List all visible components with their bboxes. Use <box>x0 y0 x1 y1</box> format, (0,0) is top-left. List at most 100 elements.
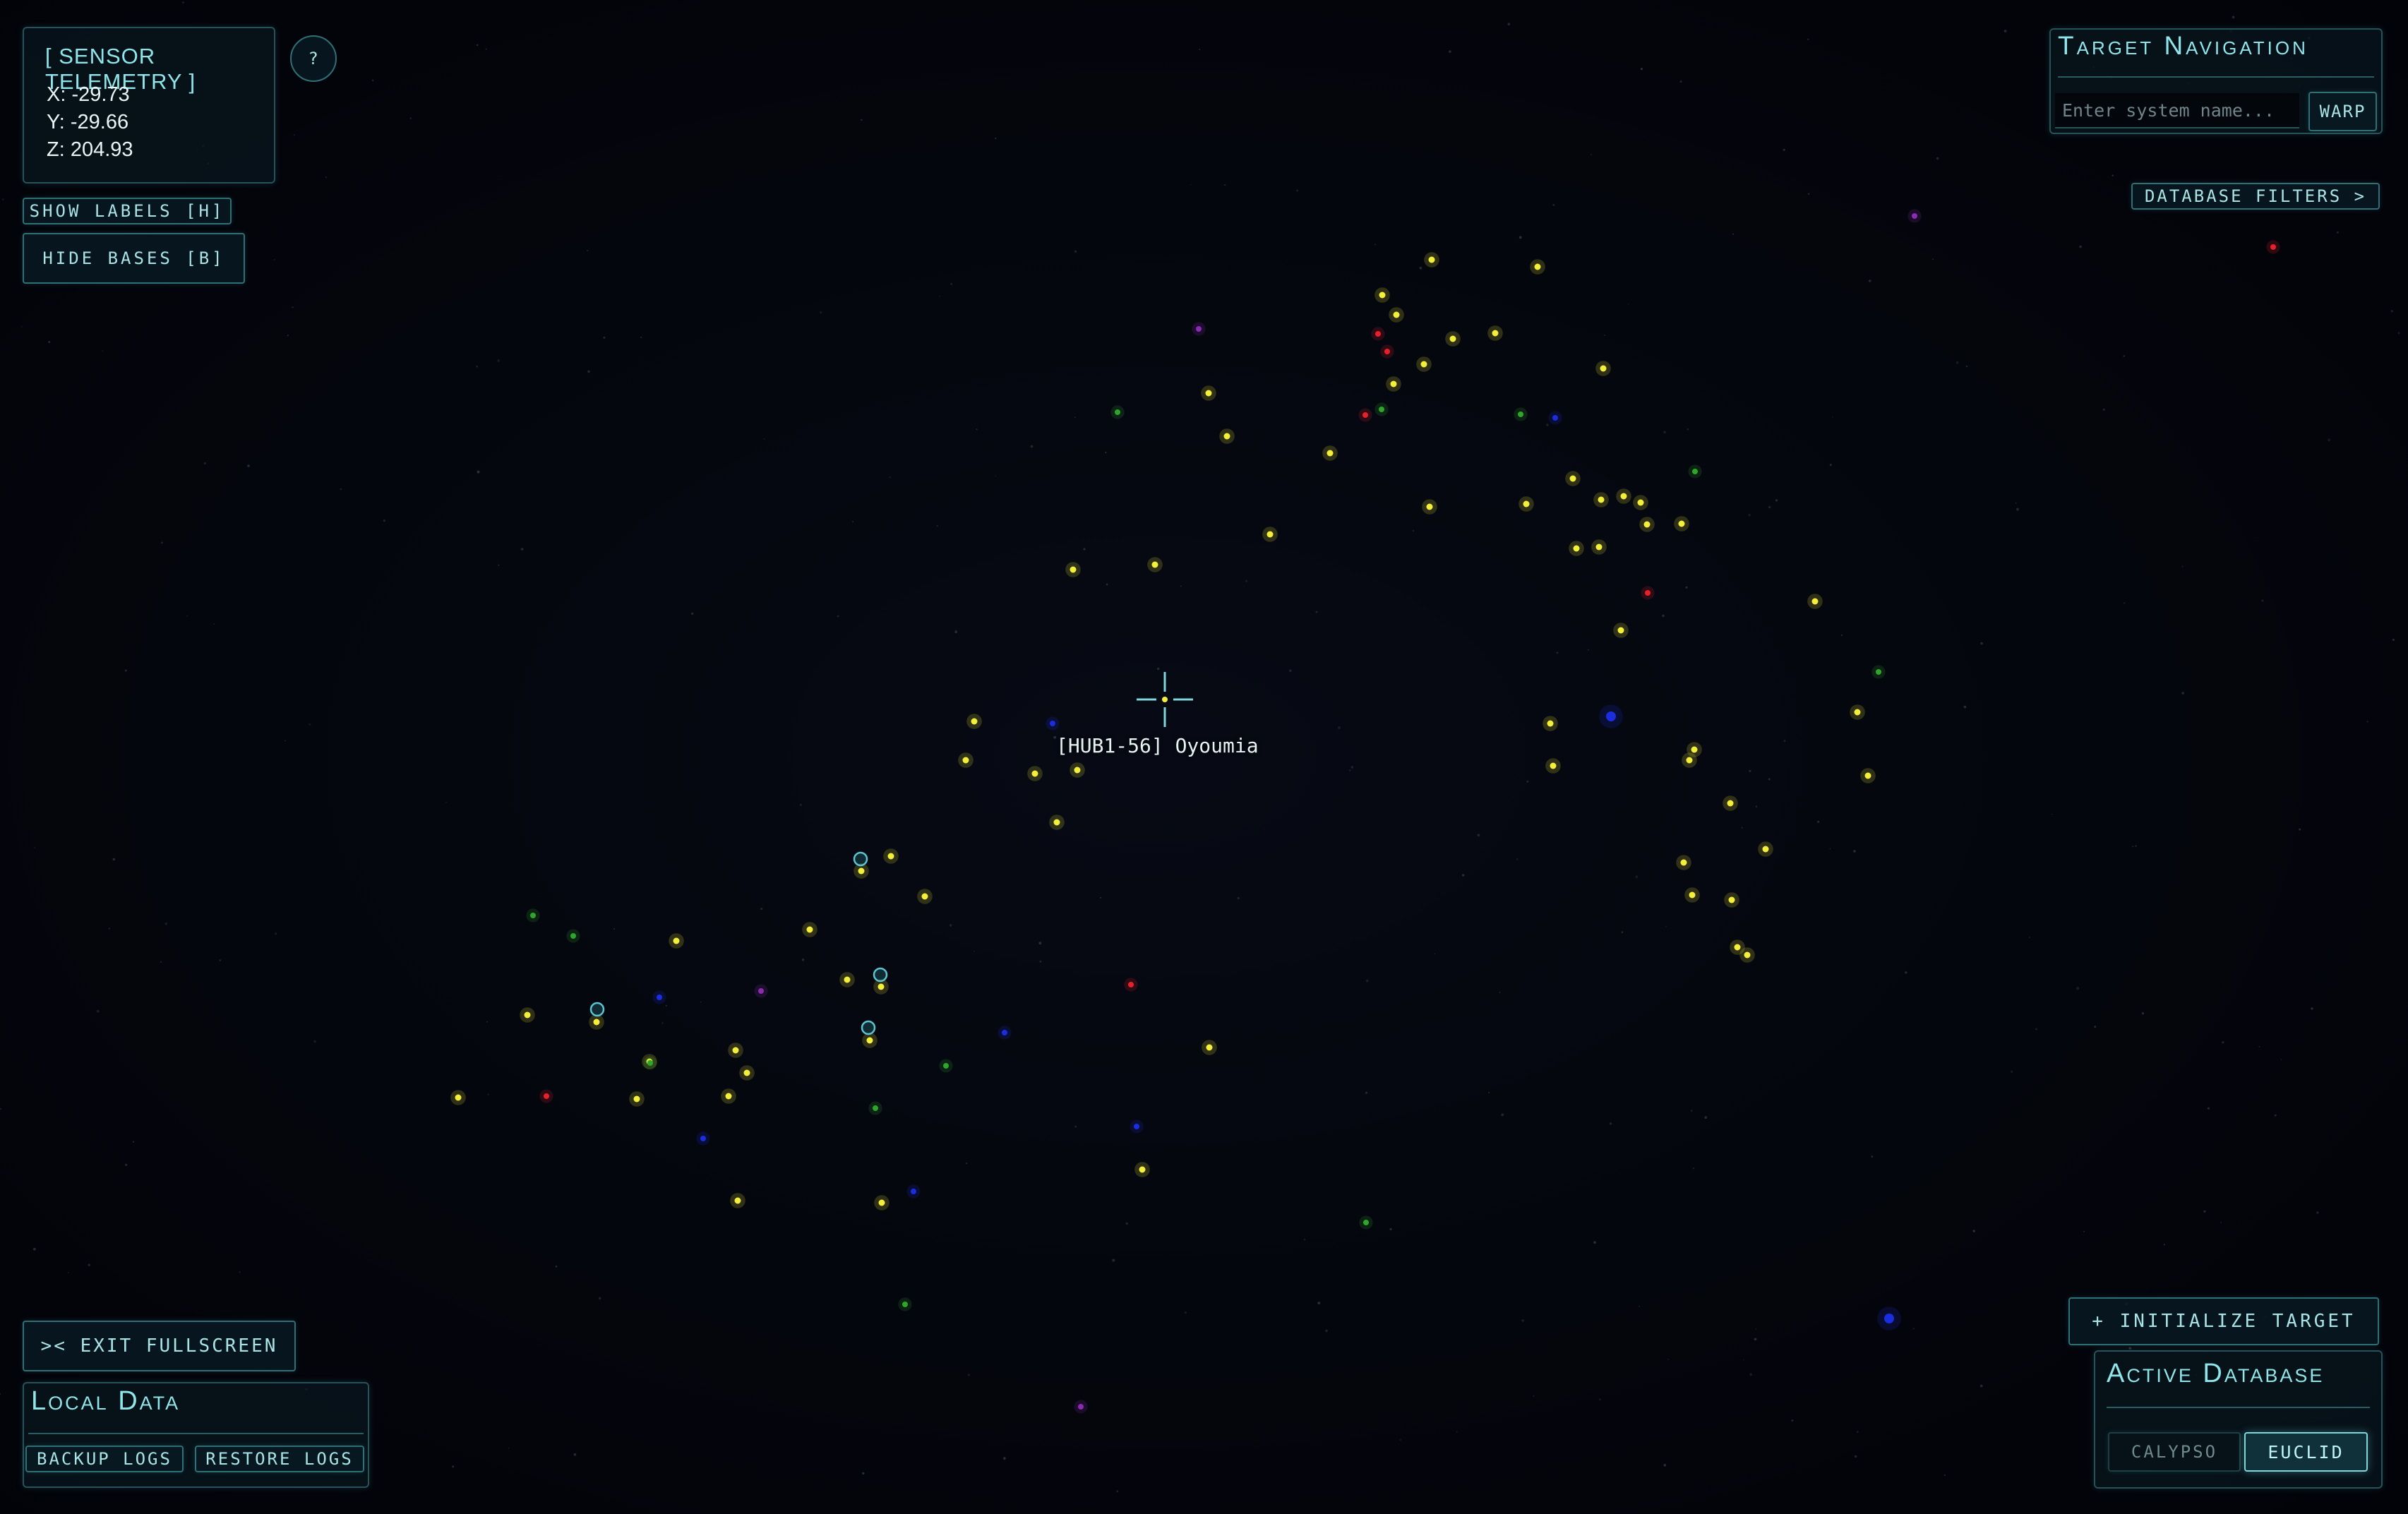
star-system[interactable] <box>1151 561 1158 568</box>
star-system[interactable] <box>1375 331 1381 337</box>
help-button[interactable]: ? <box>290 35 337 82</box>
star-system[interactable] <box>1266 531 1274 538</box>
star-system[interactable] <box>1362 412 1368 418</box>
star-system[interactable] <box>1912 213 1917 219</box>
star-system[interactable] <box>1205 390 1212 397</box>
star-system[interactable] <box>844 976 851 983</box>
star-system[interactable] <box>962 757 969 764</box>
star-system[interactable] <box>455 1094 462 1101</box>
star-system[interactable] <box>902 1302 908 1307</box>
star-system[interactable] <box>657 995 662 1000</box>
star-system[interactable] <box>1620 493 1627 500</box>
star-system[interactable] <box>1128 982 1134 987</box>
star-system[interactable] <box>1637 499 1644 506</box>
star-system[interactable] <box>673 937 680 944</box>
star-system[interactable] <box>887 853 894 860</box>
star-system[interactable] <box>1606 711 1616 721</box>
star-system[interactable] <box>911 1189 916 1194</box>
restore-logs-button[interactable]: RESTORE LOGS <box>195 1446 364 1472</box>
star-system[interactable] <box>921 893 928 900</box>
star-system[interactable] <box>1617 627 1624 634</box>
star-system[interactable] <box>1552 415 1558 421</box>
base-marker-icon[interactable] <box>861 1020 876 1035</box>
star-system[interactable] <box>1078 1404 1084 1410</box>
star-system[interactable] <box>1115 409 1120 415</box>
star-system[interactable] <box>732 1047 739 1054</box>
star-system[interactable] <box>1762 846 1769 853</box>
star-system[interactable] <box>1678 520 1685 527</box>
star-system[interactable] <box>1686 757 1693 764</box>
star-system[interactable] <box>1534 263 1541 270</box>
show-labels-button[interactable]: SHOW LABELS [H] <box>23 198 232 224</box>
star-system[interactable] <box>1600 365 1607 372</box>
database-option-calypso[interactable]: CALYPSO <box>2108 1432 2241 1472</box>
initialize-target-button[interactable]: + INITIALIZE TARGET <box>2068 1297 2379 1345</box>
star-system[interactable] <box>1070 566 1077 573</box>
star-system[interactable] <box>1689 891 1696 899</box>
star-system[interactable] <box>1734 944 1741 951</box>
star-system[interactable] <box>1134 1124 1139 1129</box>
star-system[interactable] <box>1811 598 1819 605</box>
star-system[interactable] <box>858 867 865 875</box>
star-system[interactable] <box>1643 521 1651 528</box>
hide-bases-button[interactable]: HIDE BASES [B] <box>23 233 245 284</box>
star-system[interactable] <box>866 1037 873 1044</box>
system-name-input[interactable] <box>2055 93 2299 128</box>
star-system[interactable] <box>878 1199 885 1206</box>
star-system[interactable] <box>524 1011 531 1019</box>
warp-button[interactable]: WARP <box>2308 92 2377 131</box>
star-system[interactable] <box>1692 469 1698 474</box>
star-system[interactable] <box>725 1093 732 1100</box>
star-system[interactable] <box>734 1197 741 1204</box>
database-option-euclid[interactable]: EUCLID <box>2244 1432 2368 1472</box>
star-system[interactable] <box>806 926 813 933</box>
star-system[interactable] <box>1728 896 1735 903</box>
star-system[interactable] <box>1569 475 1576 482</box>
star-system[interactable] <box>1744 951 1751 959</box>
star-system[interactable] <box>943 1063 949 1069</box>
base-marker-icon[interactable] <box>853 851 868 867</box>
star-system[interactable] <box>1379 407 1384 412</box>
star-system[interactable] <box>1691 746 1698 753</box>
star-system[interactable] <box>1074 767 1081 774</box>
star-system[interactable] <box>1384 349 1390 354</box>
star-system[interactable] <box>1573 545 1580 552</box>
star-system[interactable] <box>877 983 885 990</box>
star-system[interactable] <box>1196 326 1202 332</box>
star-system[interactable] <box>2270 244 2276 250</box>
star-system[interactable] <box>1864 772 1871 779</box>
star-system[interactable] <box>1139 1166 1146 1173</box>
star-system[interactable] <box>1031 770 1038 777</box>
star-system[interactable] <box>1053 819 1060 826</box>
base-marker-icon[interactable] <box>589 1002 605 1017</box>
star-system[interactable] <box>1002 1030 1007 1035</box>
star-system[interactable] <box>1449 335 1456 342</box>
star-system[interactable] <box>1518 411 1523 417</box>
star-system[interactable] <box>1223 433 1230 440</box>
star-system[interactable] <box>1876 669 1881 675</box>
database-filters-button[interactable]: DATABASE FILTERS > <box>2131 183 2380 210</box>
star-system[interactable] <box>1206 1044 1213 1051</box>
star-system[interactable] <box>1428 256 1435 263</box>
star-system[interactable] <box>530 913 536 918</box>
star-system[interactable] <box>1595 543 1603 551</box>
star-system[interactable] <box>544 1093 549 1099</box>
star-system[interactable] <box>1363 1220 1369 1225</box>
star-system[interactable] <box>1645 590 1651 596</box>
star-system[interactable] <box>1390 380 1397 387</box>
star-system[interactable] <box>1426 503 1433 510</box>
star-system[interactable] <box>1050 721 1055 726</box>
star-system[interactable] <box>1523 500 1530 507</box>
star-system[interactable] <box>1727 800 1734 807</box>
star-system[interactable] <box>1379 292 1386 299</box>
exit-fullscreen-button[interactable]: >< EXIT FULLSCREEN <box>23 1321 296 1371</box>
star-system[interactable] <box>700 1136 706 1141</box>
backup-logs-button[interactable]: BACKUP LOGS <box>25 1446 184 1472</box>
star-system[interactable] <box>1598 496 1605 503</box>
star-system[interactable] <box>1393 311 1400 318</box>
star-system[interactable] <box>647 1060 653 1066</box>
star-system[interactable] <box>1550 762 1557 769</box>
star-system[interactable] <box>1884 1314 1894 1323</box>
star-system[interactable] <box>1680 859 1687 866</box>
star-system[interactable] <box>743 1069 750 1076</box>
